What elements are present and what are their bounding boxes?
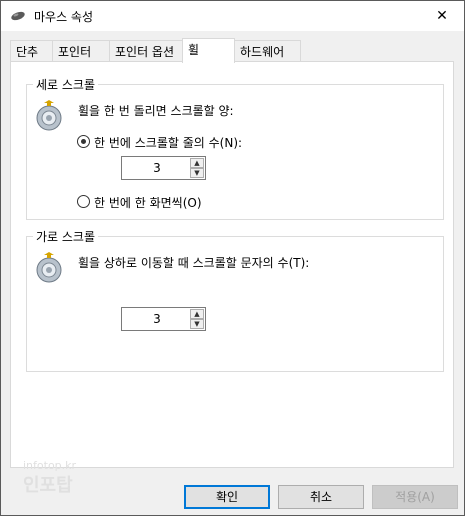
close-button[interactable]: ✕ [420, 1, 464, 31]
cancel-button[interactable]: 취소 [278, 485, 364, 509]
mouse-wheel-icon [35, 100, 65, 132]
vertical-description: 휠을 한 번 돌리면 스크롤할 양: [78, 104, 234, 118]
vertical-scrolling-title: 세로 스크롤 [33, 76, 99, 93]
mouse-properties-window: 마우스 속성 ✕ 단추 포인터 포인터 옵션 휠 하드웨어 세로 스크롤 휠을 … [0, 0, 465, 516]
title-bar: 마우스 속성 ✕ [1, 1, 464, 31]
lines-radio[interactable] [77, 135, 90, 148]
lines-radio-label[interactable]: 한 번에 스크롤할 줄의 수(N): [94, 134, 242, 151]
lines-spinbox[interactable]: 3 ▲ ▼ [121, 156, 206, 180]
horizontal-scrolling-group: 가로 스크롤 휠을 상하로 이동할 때 스크롤할 문자의 수(T): 3 ▲ ▼ [26, 228, 444, 372]
screen-radio[interactable] [77, 195, 90, 208]
lines-increase-button[interactable]: ▲ [190, 158, 204, 168]
ok-button[interactable]: 확인 [184, 485, 270, 509]
close-icon: ✕ [436, 8, 448, 24]
mouse-icon [10, 10, 26, 22]
wheel-tab-panel: 세로 스크롤 휠을 한 번 돌리면 스크롤할 양: 한 번에 스크롤할 줄의 수… [10, 61, 454, 468]
chars-spin-buttons: ▲ ▼ [190, 309, 204, 329]
lines-decrease-button[interactable]: ▼ [190, 168, 204, 178]
tab-pointer-options[interactable]: 포인터 옵션 [109, 40, 184, 61]
lines-value[interactable]: 3 [122, 161, 192, 175]
tab-buttons[interactable]: 단추 [10, 40, 53, 61]
watermark: infotop.kr 인포탑 [23, 459, 76, 497]
window-title: 마우스 속성 [34, 10, 94, 24]
tab-hardware[interactable]: 하드웨어 [234, 40, 301, 61]
lines-spin-buttons: ▲ ▼ [190, 158, 204, 178]
chars-decrease-button[interactable]: ▼ [190, 319, 204, 329]
watermark-logo-text: 인포탑 [23, 475, 73, 496]
screen-radio-label[interactable]: 한 번에 한 화면씩(O) [94, 194, 202, 211]
chars-value[interactable]: 3 [122, 312, 192, 326]
tab-pointers[interactable]: 포인터 [52, 40, 110, 61]
horizontal-description: 휠을 상하로 이동할 때 스크롤할 문자의 수(T): [78, 256, 310, 270]
apply-button[interactable]: 적용(A) [372, 485, 458, 509]
tab-wheel[interactable]: 휠 [182, 38, 235, 63]
chars-increase-button[interactable]: ▲ [190, 309, 204, 319]
vertical-scrolling-group: 세로 스크롤 휠을 한 번 돌리면 스크롤할 양: 한 번에 스크롤할 줄의 수… [26, 76, 444, 220]
chars-spinbox[interactable]: 3 ▲ ▼ [121, 307, 206, 331]
horizontal-scrolling-title: 가로 스크롤 [33, 228, 99, 245]
mouse-wheel-icon [35, 252, 65, 284]
